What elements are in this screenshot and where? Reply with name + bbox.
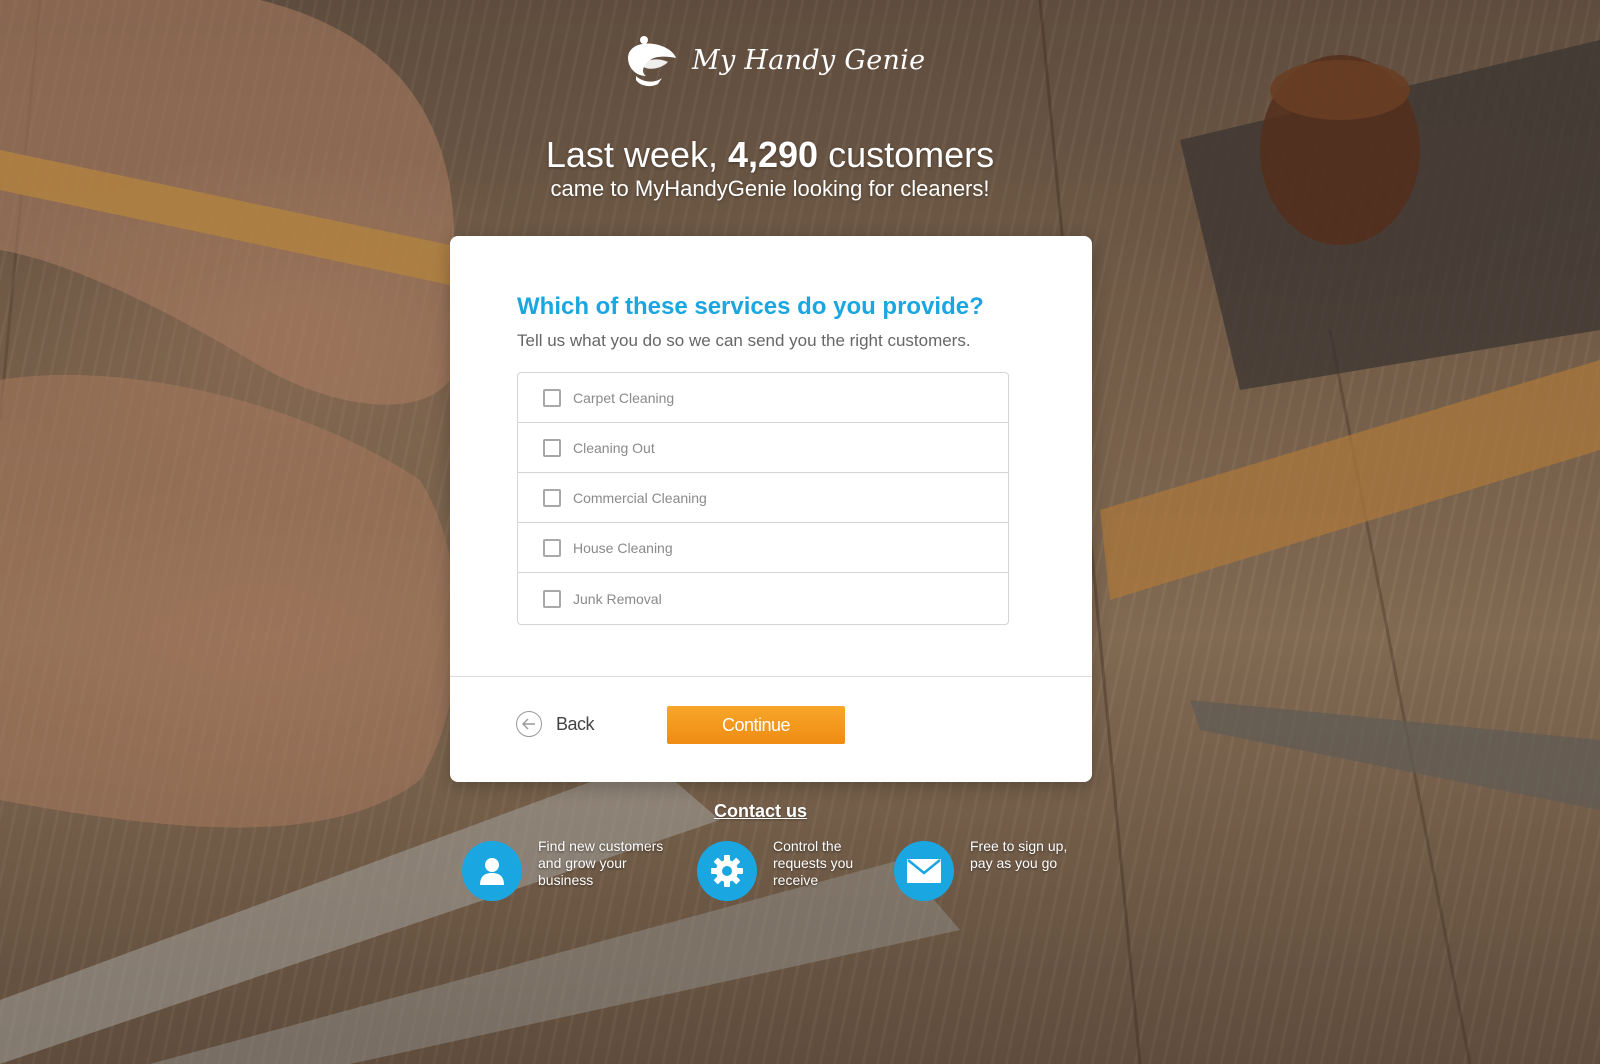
service-option-junk-removal[interactable]: Junk Removal (518, 573, 1008, 624)
logo[interactable]: My Handy Genie (622, 30, 925, 90)
checkbox[interactable] (543, 538, 561, 557)
feature-free-signup: Free to sign up, pay as you go (894, 838, 1067, 901)
feature-text: Free to sign up, pay as you go (970, 838, 1067, 872)
continue-button[interactable]: Continue (667, 706, 845, 744)
question-title: Which of these services do you provide? (517, 293, 984, 320)
checkbox[interactable] (543, 388, 561, 407)
gear-icon (697, 841, 757, 901)
service-label: Carpet Cleaning (573, 389, 675, 406)
logo-text: My Handy Genie (692, 44, 926, 76)
feature-line: requests you (773, 855, 854, 871)
question-subtitle: Tell us what you do so we can send you t… (517, 331, 971, 350)
feature-line: Control the (773, 838, 842, 854)
service-selection-card: Which of these services do you provide? … (450, 236, 1092, 782)
feature-control-requests: Control the requests you receive (697, 838, 853, 901)
checkbox[interactable] (543, 589, 561, 608)
service-option-house-cleaning[interactable]: House Cleaning (518, 523, 1008, 573)
feature-line: Find new customers (538, 838, 664, 854)
headline-prefix: Last week, (545, 134, 728, 175)
checkbox[interactable] (543, 438, 561, 457)
service-label: House Cleaning (573, 539, 673, 556)
arrow-left-icon (516, 711, 542, 737)
headline-suffix: customers (818, 134, 995, 175)
feature-line: receive (773, 872, 819, 888)
checkbox[interactable] (543, 488, 561, 507)
back-button[interactable]: Back (516, 711, 595, 737)
envelope-icon (894, 841, 954, 901)
feature-line: business (538, 872, 594, 888)
service-option-carpet-cleaning[interactable]: Carpet Cleaning (518, 373, 1008, 423)
service-label: Junk Removal (573, 590, 662, 607)
feature-line: pay as you go (970, 855, 1058, 871)
feature-line: Free to sign up, (970, 838, 1068, 854)
feature-text: Control the requests you receive (773, 838, 853, 889)
back-label: Back (556, 713, 595, 734)
card-divider (450, 676, 1092, 677)
subheadline: came to MyHandyGenie looking for cleaner… (550, 176, 990, 201)
contact-us-link[interactable]: Contact us (714, 801, 807, 822)
feature-find-customers: Find new customers and grow your busines… (462, 838, 663, 901)
genie-lamp-icon (628, 36, 676, 87)
service-label: Commercial Cleaning (573, 489, 707, 506)
feature-line: and grow your (538, 855, 627, 871)
service-option-commercial-cleaning[interactable]: Commercial Cleaning (518, 473, 1008, 523)
service-list: Carpet Cleaning Cleaning Out Commercial … (517, 372, 1009, 625)
headline: Last week, 4,290 customers (0, 134, 1540, 176)
person-icon (462, 841, 522, 901)
customer-count: 4,290 (727, 134, 819, 175)
service-label: Cleaning Out (573, 439, 655, 456)
service-option-cleaning-out[interactable]: Cleaning Out (518, 423, 1008, 473)
feature-text: Find new customers and grow your busines… (538, 838, 663, 889)
